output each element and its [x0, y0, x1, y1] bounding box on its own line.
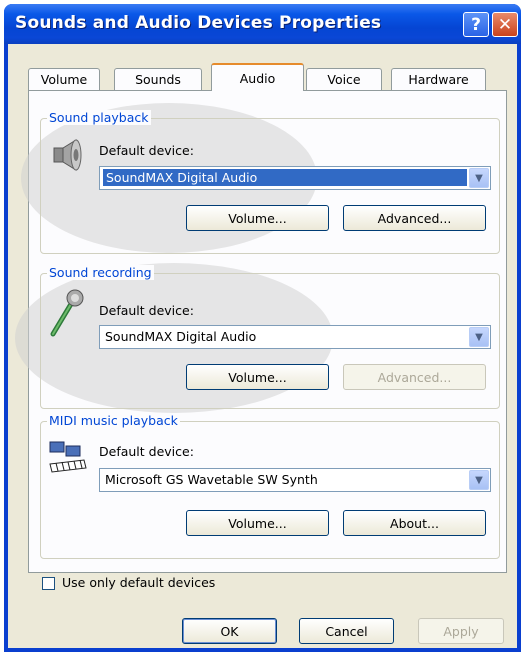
midi-volume-button[interactable]: Volume...	[186, 510, 329, 536]
chevron-down-icon[interactable]: ▼	[469, 327, 489, 347]
midi-device-label: Default device:	[99, 444, 194, 459]
midi-playback-group: MIDI music playback Default device: Micr…	[40, 413, 500, 559]
recording-device-value: SoundMAX Digital Audio	[105, 329, 257, 344]
chevron-down-icon[interactable]: ▼	[469, 168, 489, 188]
midi-device-value: Microsoft GS Wavetable SW Synth	[105, 472, 318, 487]
playback-volume-button[interactable]: Volume...	[186, 205, 329, 231]
dialog-window: Sounds and Audio Devices Properties ? ✕ …	[4, 4, 521, 652]
help-button[interactable]: ?	[463, 12, 489, 37]
audio-tab-panel: Sound playback Default device: SoundMAX …	[15, 90, 507, 590]
chevron-down-icon[interactable]: ▼	[469, 470, 489, 490]
midi-playback-legend: MIDI music playback	[47, 413, 180, 428]
use-default-devices-checkbox[interactable]	[42, 577, 55, 590]
recording-device-select[interactable]: SoundMAX Digital Audio ▼	[99, 325, 491, 349]
dialog-body: Volume Sounds Audio Voice Hardware Sound…	[8, 44, 517, 648]
midi-device-select[interactable]: Microsoft GS Wavetable SW Synth ▼	[99, 468, 491, 492]
tab-volume[interactable]: Volume	[28, 68, 100, 90]
recording-advanced-button[interactable]: Advanced...	[343, 364, 486, 390]
ok-button[interactable]: OK	[182, 618, 277, 644]
sound-playback-legend: Sound playback	[47, 110, 151, 125]
playback-device-label: Default device:	[99, 143, 194, 158]
sound-playback-group: Sound playback Default device: SoundMAX …	[40, 110, 500, 254]
cancel-button[interactable]: Cancel	[299, 618, 394, 644]
midi-keyboard-icon	[49, 441, 87, 473]
tab-voice[interactable]: Voice	[306, 68, 382, 90]
playback-device-select[interactable]: SoundMAX Digital Audio ▼	[99, 166, 491, 190]
tab-hardware[interactable]: Hardware	[391, 68, 486, 90]
midi-about-button[interactable]: About...	[343, 510, 486, 536]
tab-sounds[interactable]: Sounds	[114, 68, 202, 90]
tab-audio[interactable]: Audio	[211, 63, 304, 91]
recording-volume-button[interactable]: Volume...	[186, 364, 329, 390]
playback-advanced-button[interactable]: Advanced...	[343, 205, 486, 231]
recording-device-label: Default device:	[99, 303, 194, 318]
playback-device-value: SoundMAX Digital Audio	[103, 169, 467, 186]
microphone-icon	[50, 289, 84, 337]
sound-recording-group: Sound recording Default device: SoundMAX…	[40, 265, 500, 409]
use-default-devices-label[interactable]: Use only default devices	[62, 575, 215, 590]
sound-recording-legend: Sound recording	[47, 265, 154, 280]
apply-button[interactable]: Apply	[418, 618, 504, 644]
speaker-icon	[53, 139, 82, 171]
title-bar[interactable]: Sounds and Audio Devices Properties ? ✕	[4, 4, 521, 44]
close-button[interactable]: ✕	[492, 12, 518, 37]
window-title: Sounds and Audio Devices Properties	[15, 13, 382, 33]
